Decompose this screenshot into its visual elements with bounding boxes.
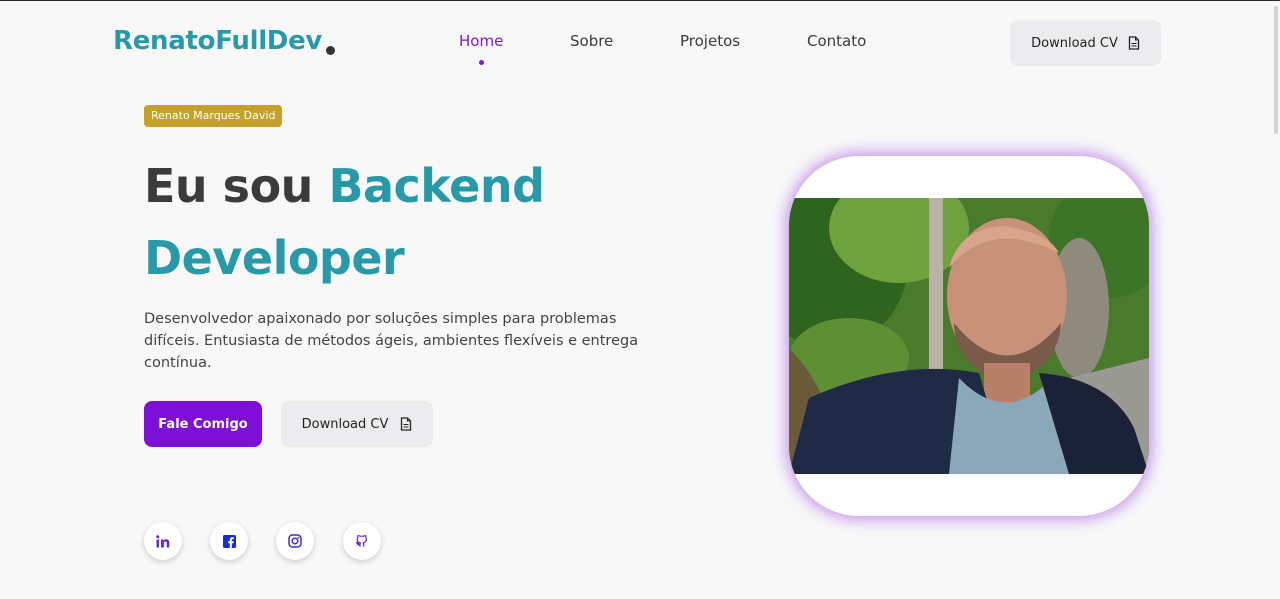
download-cv-button[interactable]: Download CV	[281, 401, 433, 447]
file-icon	[1128, 36, 1140, 50]
file-icon	[400, 417, 412, 431]
instagram-button[interactable]	[276, 522, 314, 560]
instagram-icon	[288, 534, 302, 548]
facebook-icon	[222, 534, 236, 548]
nav-home[interactable]: Home	[459, 32, 503, 50]
hero-description: Desenvolvedor apaixonado por soluções si…	[144, 311, 639, 371]
profile-photo	[789, 198, 1149, 474]
headline-accent-developer: Developer	[144, 231, 405, 285]
nav-sobre[interactable]: Sobre	[570, 32, 613, 50]
hero-headline: Eu sou Backend Developer	[144, 150, 604, 294]
linkedin-button[interactable]	[144, 522, 182, 560]
header-download-cv-label: Download CV	[1031, 35, 1118, 51]
download-cv-label: Download CV	[301, 416, 389, 432]
nav-contato[interactable]: Contato	[807, 32, 866, 50]
logo[interactable]: RenatoFullDev	[113, 26, 322, 56]
facebook-button[interactable]	[210, 522, 248, 560]
linkedin-icon	[156, 534, 170, 548]
nav-active-indicator	[479, 60, 484, 65]
logo-dot	[326, 46, 335, 55]
headline-prefix: Eu sou	[144, 159, 313, 213]
name-badge: Renato Marques David	[144, 105, 283, 127]
profile-photo-frame	[789, 156, 1149, 516]
github-icon	[355, 534, 369, 548]
github-button[interactable]	[343, 522, 381, 560]
contact-button[interactable]: Fale Comigo	[144, 401, 262, 447]
headline-accent-backend: Backend	[328, 159, 545, 213]
scrollbar[interactable]	[1274, 6, 1278, 134]
header-download-cv-button[interactable]: Download CV	[1010, 20, 1161, 66]
nav-projetos[interactable]: Projetos	[680, 32, 740, 50]
window-top-border	[0, 0, 1280, 1]
page: RenatoFullDev Home Sobre Projetos Contat…	[0, 0, 1280, 599]
